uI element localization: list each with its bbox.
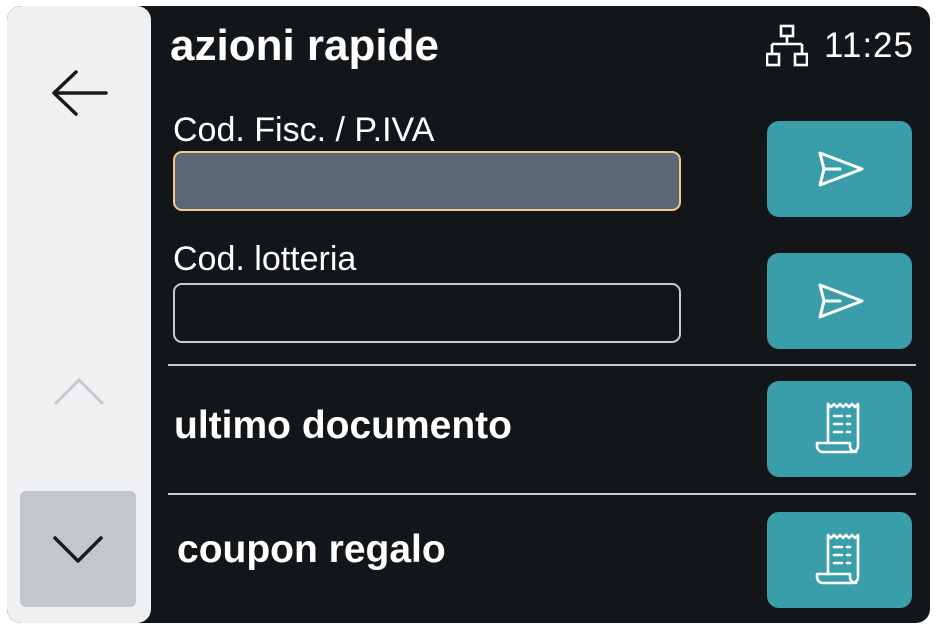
network-icon [766, 24, 808, 67]
receipt-icon [815, 533, 859, 585]
send-icon [818, 283, 863, 319]
chevron-down-icon [53, 536, 103, 563]
send-lottery-code-button[interactable] [767, 253, 912, 349]
sidebar [7, 6, 151, 623]
send-fiscal-code-button[interactable] [767, 121, 912, 217]
back-button[interactable] [37, 56, 121, 130]
divider [168, 493, 916, 495]
quick-actions-screen: azioni rapide 11:25 Cod. Fisc. / P.IVA C… [7, 6, 930, 623]
chevron-up-icon [54, 378, 104, 405]
last-document-button[interactable] [767, 381, 912, 477]
gift-coupon-button[interactable] [767, 512, 912, 608]
scroll-up-button[interactable] [37, 356, 121, 426]
page-title: azioni rapide [170, 21, 439, 70]
status-bar: 11:25 [766, 24, 914, 68]
lottery-code-label: Cod. lotteria [173, 240, 357, 278]
arrow-left-icon [52, 70, 108, 116]
scroll-down-button[interactable] [20, 491, 136, 607]
receipt-icon [815, 402, 859, 454]
fiscal-code-label: Cod. Fisc. / P.IVA [173, 111, 435, 149]
send-icon [818, 151, 863, 187]
divider [168, 364, 916, 366]
clock: 11:25 [824, 26, 914, 65]
gift-coupon-label: coupon regalo [177, 528, 446, 571]
lottery-code-input[interactable] [173, 283, 681, 343]
fiscal-code-input[interactable] [173, 151, 681, 211]
last-document-label: ultimo documento [174, 404, 512, 447]
